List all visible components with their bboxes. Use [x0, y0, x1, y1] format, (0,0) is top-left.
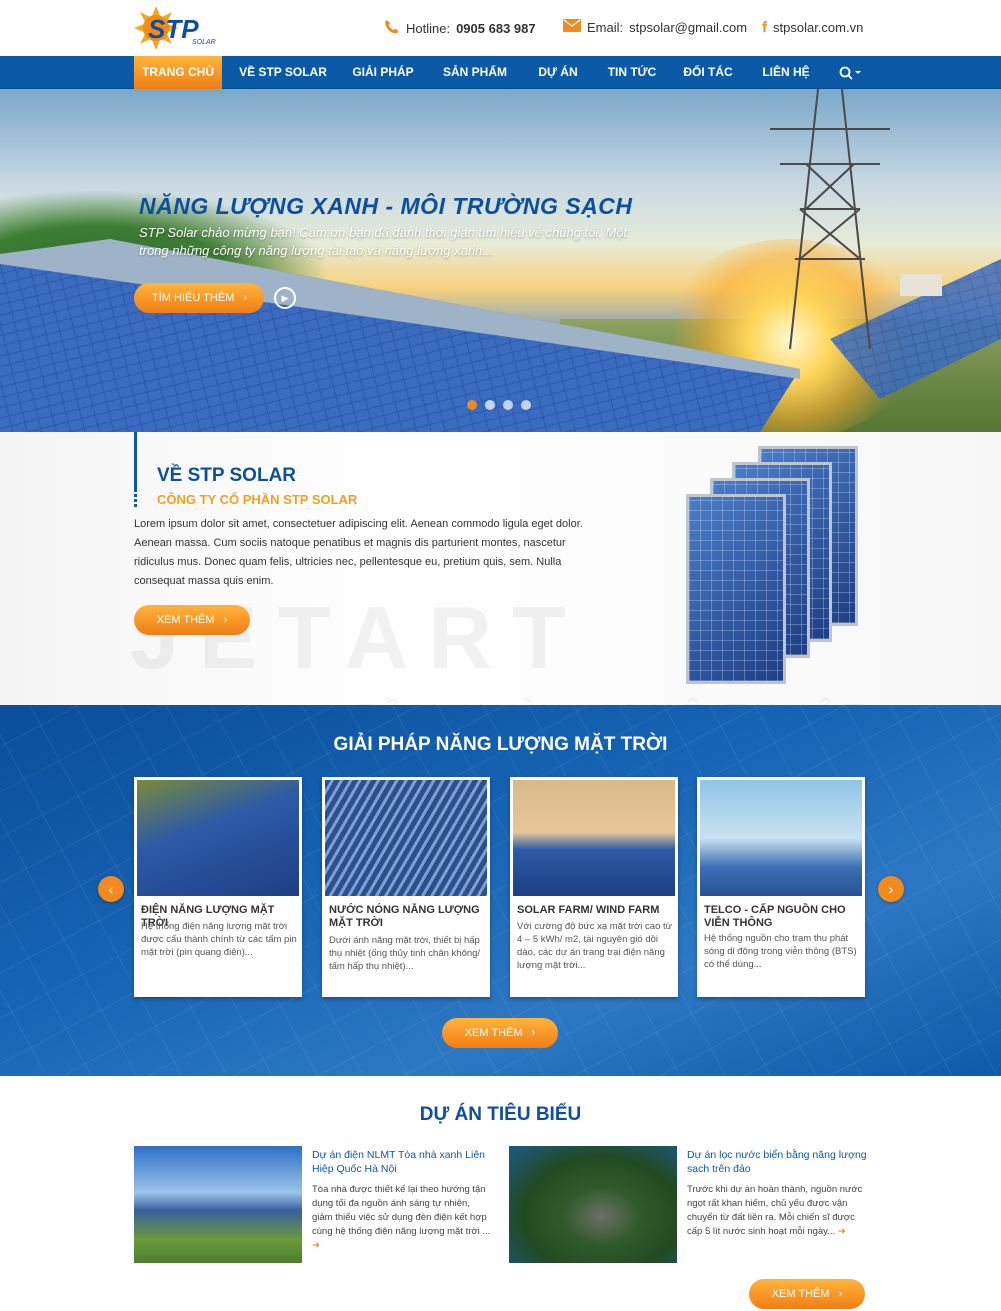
card-image: [325, 780, 487, 896]
slider-dot-2[interactable]: [485, 400, 495, 410]
facebook-icon[interactable]: f: [762, 19, 767, 36]
hotline[interactable]: Hotline: 0905 683 987: [384, 19, 536, 38]
nav-item-partners[interactable]: ĐỐI TÁC: [676, 56, 740, 89]
slider-dot-1[interactable]: [467, 400, 477, 410]
solution-card[interactable]: SOLAR FARM/ WIND FARM Với cường độ bức x…: [510, 777, 678, 997]
top-header: STP SOLAR Hotline: 0905 683 987 Email: s…: [0, 0, 1001, 56]
search-icon: [839, 66, 861, 80]
solution-card[interactable]: NƯỚC NÓNG NĂNG LƯỢNG MẶT TRỜI Dưới ánh n…: [322, 777, 490, 997]
solutions-section: GIẢI PHÁP NĂNG LƯỢNG MẶT TRỜI ‹ › ĐIỆN N…: [0, 705, 1001, 1076]
slider-dots: [467, 400, 531, 410]
email-address[interactable]: stpsolar@gmail.com: [629, 20, 747, 35]
learn-more-button[interactable]: TÌM HIỂU THÊM ›: [134, 283, 264, 313]
card-image: [137, 780, 299, 896]
about-title: VỀ STP SOLAR: [157, 465, 297, 486]
about-accent-bar: [134, 432, 137, 492]
project-image[interactable]: [134, 1146, 302, 1263]
carousel-prev-button[interactable]: ‹: [98, 876, 124, 902]
hero-slider: NĂNG LƯỢNG XANH - MÔI TRƯỜNG SẠCH STP So…: [0, 89, 1001, 432]
main-nav: TRANG CHỦ VỀ STP SOLAR GIẢI PHÁP SẢN PHẨ…: [0, 56, 1001, 89]
projects-title: DỰ ÁN TIÊU BIỂU: [419, 1104, 582, 1125]
nav-item-solutions[interactable]: GIẢI PHÁP: [343, 56, 423, 89]
email[interactable]: Email: stpsolar@gmail.com: [563, 19, 747, 35]
card-desc: Dưới ánh năng mặt trời, thiết bị hấp thụ…: [329, 935, 481, 972]
carousel-next-button[interactable]: ›: [878, 876, 904, 902]
about-section: JETART TẦM NHÌN NGHỆ THUẬT VỀ STP SOLAR …: [0, 432, 1001, 734]
read-more-icon[interactable]: ➜: [312, 1240, 320, 1251]
about-more-button[interactable]: XEM THÊM ›: [134, 605, 250, 635]
logo-subtext: SOLAR: [192, 39, 216, 46]
email-label: Email:: [587, 19, 624, 35]
solution-card[interactable]: ĐIỆN NĂNG LƯỢNG MẶT TRỜI Hệ thống điện n…: [134, 777, 302, 997]
stp-solar-logo[interactable]: STP SOLAR: [134, 4, 224, 52]
nav-item-home[interactable]: TRANG CHỦ: [134, 56, 222, 89]
card-title[interactable]: NƯỚC NÓNG NĂNG LƯỢNG MẶT TRỜI: [329, 904, 485, 930]
nav-item-news[interactable]: TIN TỨC: [600, 56, 664, 89]
slider-dot-3[interactable]: [503, 400, 513, 410]
website[interactable]: f stpsolar.com.vn: [762, 19, 863, 36]
solution-card[interactable]: TELCO - CẤP NGUỒN CHO VIỄN THÔNG Hệ thốn…: [697, 777, 865, 997]
slider-dot-4[interactable]: [521, 400, 531, 410]
card-title[interactable]: TELCO - CẤP NGUỒN CHO VIỄN THÔNG: [704, 904, 860, 930]
card-desc: Hệ thống điện năng lượng mặt trời được c…: [141, 921, 297, 958]
nav-item-contact[interactable]: LIÊN HỆ: [754, 56, 818, 89]
hotline-label: Hotline:: [406, 21, 451, 36]
phone-icon: [384, 19, 400, 38]
about-accent-dots: [134, 494, 137, 508]
about-text: Lorem ipsum dolor sit amet, consectetuer…: [134, 518, 583, 587]
watermark-text: JETART: [130, 588, 586, 687]
projects-section: DỰ ÁN TIÊU BIỂU Dự án điện NLMT Tòa nhà …: [0, 1076, 1001, 1311]
solar-panels-image: [680, 442, 870, 697]
card-image: [700, 780, 862, 896]
nav-item-about[interactable]: VỀ STP SOLAR: [232, 56, 334, 89]
projects-more-label: XEM THÊM: [771, 1288, 830, 1300]
project-title[interactable]: Dự án điện NLMT Tòa nhà xanh Liên Hiệp Q…: [312, 1148, 492, 1176]
hero-title: NĂNG LƯỢNG XANH - MÔI TRƯỜNG SẠCH: [139, 193, 633, 219]
play-icon[interactable]: ▶: [274, 287, 296, 309]
card-desc: Với cường độ bức xạ mặt trời cao từ 4 – …: [517, 921, 672, 971]
card-title[interactable]: SOLAR FARM/ WIND FARM: [517, 904, 673, 917]
card-desc: Hệ thống nguồn cho trạm thu phát sóng di…: [704, 933, 857, 970]
read-more-icon[interactable]: ➜: [838, 1226, 846, 1237]
about-more-label: XEM THÊM: [156, 614, 215, 626]
card-image: [513, 780, 675, 896]
hotline-number[interactable]: 0905 683 987: [456, 21, 536, 36]
nav-item-products[interactable]: SẢN PHẨM: [432, 56, 518, 89]
hero-solar-panels: [0, 89, 1001, 432]
search-toggle[interactable]: [832, 56, 868, 89]
about-subtitle: CÔNG TY CỔ PHẦN STP SOLAR: [157, 492, 358, 507]
nav-item-projects[interactable]: DỰ ÁN: [528, 56, 588, 89]
website-link[interactable]: stpsolar.com.vn: [773, 20, 863, 35]
projects-more-button[interactable]: XEM THÊM ›: [749, 1279, 865, 1309]
project-image[interactable]: [509, 1146, 677, 1263]
project-title[interactable]: Dự án lọc nước biển bằng năng lượng sạch…: [687, 1148, 867, 1176]
solutions-more-label: XEM THÊM: [464, 1027, 523, 1039]
hero-subtitle: STP Solar chào mừng bạn! Cảm ơn bạn đã d…: [139, 225, 628, 258]
mail-icon: [563, 19, 581, 35]
learn-more-label: TÌM HIỂU THÊM: [152, 292, 235, 304]
solutions-title: GIẢI PHÁP NĂNG LƯỢNG MẶT TRỜI: [333, 734, 668, 755]
project-desc: Trước khi dự án hoàn thành, nguồn nước n…: [687, 1184, 863, 1237]
project-desc: Tòa nhà được thiết kế lại theo hướng tận…: [312, 1184, 491, 1251]
solutions-more-button[interactable]: XEM THÊM ›: [442, 1018, 558, 1048]
